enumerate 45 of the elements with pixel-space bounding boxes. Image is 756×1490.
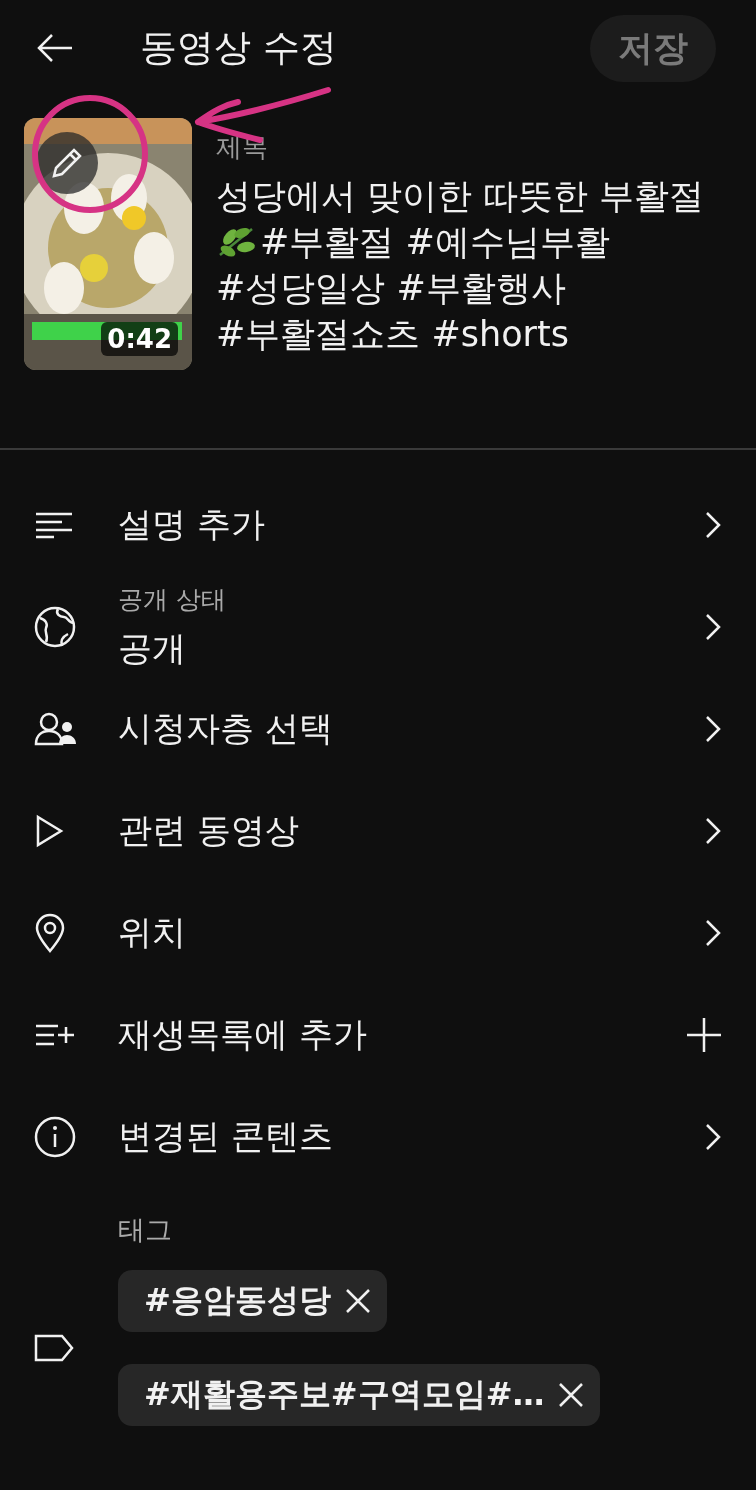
info-icon <box>34 1116 76 1158</box>
row-label: 관련 동영상 <box>118 809 300 852</box>
pencil-icon[interactable] <box>50 146 84 180</box>
play-icon <box>34 814 64 848</box>
chevron-right-icon <box>704 918 722 948</box>
tag-text: #응암동성당 <box>144 1280 331 1321</box>
row-caption: 공개 상태 <box>118 583 227 616</box>
globe-icon <box>34 606 76 648</box>
chevron-right-icon <box>704 816 722 846</box>
settings-row[interactable]: 설명 추가 <box>0 474 756 576</box>
settings-row[interactable]: 변경된 콘텐츠 <box>0 1086 756 1188</box>
chevron-right-icon <box>704 1122 722 1152</box>
settings-row[interactable]: 재생목록에 추가 <box>0 984 756 1086</box>
description-lines-icon <box>34 511 74 539</box>
playlist-add-icon <box>34 1022 76 1048</box>
people-icon <box>34 712 78 746</box>
tag-text: #재활용주보#구역모임#… <box>144 1374 545 1415</box>
settings-row[interactable]: 시청자층 선택 <box>0 678 756 780</box>
close-icon[interactable] <box>558 1382 585 1408</box>
chevron-right-icon <box>704 714 722 744</box>
chevron-right-icon <box>704 510 722 540</box>
settings-row[interactable]: 관련 동영상 <box>0 780 756 882</box>
location-pin-icon <box>34 913 66 953</box>
video-title-line: 성당에서 맞이한 따뜻한 부활절 <box>216 175 705 218</box>
tags-label: 태그 <box>118 1213 172 1247</box>
settings-row[interactable]: 위치 <box>0 882 756 984</box>
duration-label: 0:42 <box>101 322 178 356</box>
video-title-line: #부활절 #예수님부활 <box>260 221 610 264</box>
tag-chip[interactable]: #재활용주보#구역모임#… <box>118 1364 601 1426</box>
chevron-right-icon <box>704 612 722 642</box>
video-title-line: #성당일상 #부활행사 <box>216 267 566 310</box>
close-icon[interactable] <box>344 1288 371 1314</box>
row-label: 재생목록에 추가 <box>118 1013 368 1056</box>
row-label: 설명 추가 <box>118 503 266 546</box>
back-arrow-icon[interactable] <box>36 33 74 63</box>
row-label: 시청자층 선택 <box>118 707 334 750</box>
plus-icon[interactable] <box>686 1017 722 1053</box>
tag-icon <box>34 1334 74 1362</box>
video-title-line: #부활절쇼츠 #shorts <box>216 313 569 356</box>
page-title: 동영상 수정 <box>140 25 338 71</box>
settings-row[interactable]: 공개 상태 공개 <box>0 576 756 678</box>
row-label: 위치 <box>118 911 187 954</box>
row-label: 공개 <box>118 626 187 670</box>
row-label: 변경된 콘텐츠 <box>118 1115 334 1158</box>
tag-chip[interactable]: #응암동성당 <box>118 1270 387 1332</box>
